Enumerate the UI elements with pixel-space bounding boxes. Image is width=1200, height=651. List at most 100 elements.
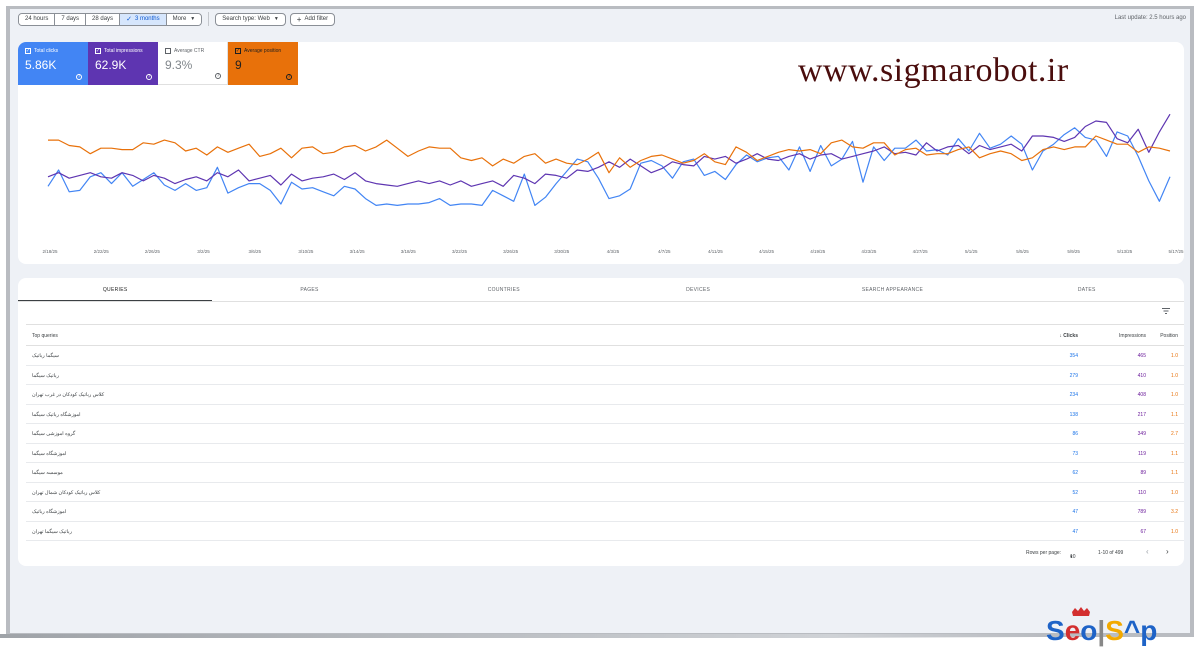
metric-total-impressions[interactable]: ✓ Total impressions 62.9K ? xyxy=(88,42,158,85)
table-row[interactable]: موسسه سیگما 62 89 1.1 xyxy=(26,463,1184,483)
range-24-hours[interactable]: 24 hours xyxy=(19,13,56,25)
clicks-cell: 52 xyxy=(1072,489,1078,496)
help-icon[interactable]: ? xyxy=(286,74,292,80)
series-line-0 xyxy=(47,127,1171,206)
plus-icon: + xyxy=(296,14,302,24)
position-cell: 2.7 xyxy=(1171,431,1178,437)
query-cell: کلاس رباتیک کودکان شمال تهران xyxy=(32,489,101,496)
range-28-days[interactable]: 28 days xyxy=(86,13,121,25)
x-tick-label: 3/14/25 xyxy=(350,249,366,254)
query-cell: سیگما رباتیک xyxy=(32,353,59,359)
metric-average-ctr[interactable]: Average CTR 9.3% ? xyxy=(158,42,228,85)
x-tick-label: 3/26/25 xyxy=(503,249,519,254)
x-tick-label: 4/7/25 xyxy=(658,249,671,254)
header-impressions[interactable]: Impressions xyxy=(1094,333,1146,339)
position-cell: 1.1 xyxy=(1171,470,1178,476)
x-tick-label: 5/9/25 xyxy=(1067,249,1080,254)
table-row[interactable]: اموزشگاه رباتیک سیگما 138 217 1.1 xyxy=(26,405,1184,424)
table-row[interactable]: سیگما رباتیک 354 465 1.0 xyxy=(26,346,1184,366)
x-tick-label: 5/5/25 xyxy=(1016,249,1029,254)
header-clicks-label: Clicks xyxy=(1063,333,1078,339)
metric-average-position[interactable]: ✓ Average position 9 ? xyxy=(228,42,298,85)
toolbar: 24 hours 7 days 28 days ✓ 3 months More ▼ … xyxy=(18,10,339,28)
clicks-cell: 138 xyxy=(1069,411,1078,418)
query-cell: اموزشگاه رباتیک xyxy=(32,509,67,515)
queries-table-card: QUERIES PAGES COUNTRIES DEVICES SEARCH A… xyxy=(18,278,1184,566)
tab-dates[interactable]: DATES xyxy=(990,278,1184,301)
tab-queries[interactable]: QUERIES xyxy=(18,278,213,301)
impressions-cell: 349 xyxy=(1137,431,1146,437)
clicks-cell: 62 xyxy=(1072,470,1078,476)
position-cell: 1.0 xyxy=(1171,528,1178,535)
range-3-months[interactable]: ✓ 3 months xyxy=(120,13,167,25)
range-label: 24 hours xyxy=(25,16,49,22)
x-tick-label: 2/18/25 xyxy=(42,249,58,254)
range-more[interactable]: More ▼ xyxy=(166,13,202,25)
add-filter-button[interactable]: + Add filter xyxy=(289,12,336,26)
header-position[interactable]: Position xyxy=(1152,333,1178,339)
seosap-logo: Seo|S^p xyxy=(1046,607,1157,646)
next-page-icon[interactable]: › xyxy=(1166,547,1169,556)
impressions-cell: 67 xyxy=(1140,528,1146,535)
search-type-button[interactable]: Search type: Web ▼ xyxy=(215,12,286,26)
x-tick-label: 3/18/25 xyxy=(401,249,417,254)
search-type-label: Search type: Web xyxy=(222,16,270,22)
range-label: 3 months xyxy=(134,16,160,22)
x-tick-label: 4/15/25 xyxy=(759,249,775,254)
tab-countries[interactable]: COUNTRIES xyxy=(407,278,601,301)
x-tick-label: 4/27/25 xyxy=(913,249,929,254)
query-cell: گروه اموزشی سیگما xyxy=(32,431,76,437)
x-tick-label: 2/22/25 xyxy=(94,249,110,254)
caret-down-icon: ▾ xyxy=(1070,554,1073,560)
x-tick-label: 3/22/25 xyxy=(452,249,468,254)
help-icon[interactable]: ? xyxy=(146,74,152,80)
position-cell: 1.1 xyxy=(1171,411,1178,418)
table-row[interactable]: اموزشگاه رباتیک 47 789 3.2 xyxy=(26,502,1184,522)
position-cell: 1.0 xyxy=(1171,353,1178,359)
tab-search-appearance[interactable]: SEARCH APPEARANCE xyxy=(795,278,989,301)
help-icon[interactable]: ? xyxy=(76,74,82,80)
tab-pages[interactable]: PAGES xyxy=(212,278,406,301)
header-query[interactable]: Top queries xyxy=(32,333,58,339)
clicks-cell: 47 xyxy=(1072,509,1078,515)
tab-devices[interactable]: DEVICES xyxy=(601,278,795,301)
position-cell: 1.0 xyxy=(1171,392,1178,398)
filter-icon[interactable] xyxy=(1162,307,1170,315)
x-tick-label: 3/10/25 xyxy=(298,249,314,254)
help-icon[interactable]: ? xyxy=(215,73,221,79)
x-tick-label: 4/11/25 xyxy=(708,249,723,254)
x-tick-label: 3/2/25 xyxy=(197,249,210,254)
add-filter-label: Add filter xyxy=(304,16,329,22)
table-row[interactable]: کلاس رباتیک کودکان شمال تهران 52 110 1.0 xyxy=(26,483,1184,502)
impressions-cell: 465 xyxy=(1137,353,1146,359)
tab-bar: QUERIES PAGES COUNTRIES DEVICES SEARCH A… xyxy=(18,278,1184,302)
range-7-days[interactable]: 7 days xyxy=(55,13,87,25)
frame-shadow xyxy=(0,634,1040,638)
check-icon: ✓ xyxy=(126,16,132,23)
table-row[interactable]: رباتیک سیگما تهران 47 67 1.0 xyxy=(26,522,1184,541)
impressions-cell: 217 xyxy=(1137,411,1146,418)
performance-chart-card: 2/18/25 2/22/25 2/26/25 3/2/25 3/6/25 3/10/25… xyxy=(18,42,1184,264)
query-cell: رباتیک سیگما تهران xyxy=(32,528,72,535)
prev-page-icon[interactable]: ‹ xyxy=(1146,547,1149,556)
metric-total-clicks[interactable]: ✓ Total clicks 5.86K ? xyxy=(18,42,88,85)
header-clicks[interactable]: ↓ Clicks xyxy=(1044,333,1078,339)
table-row[interactable]: کلاس رباتیک کودکان در غرب تهران 234 408 1.0 xyxy=(26,385,1184,405)
range-label: 7 days xyxy=(61,16,80,22)
caret-down-icon: ▼ xyxy=(190,16,196,22)
rows-per-page-label: Rows per page: xyxy=(1026,550,1062,556)
table-row[interactable]: رباتیک سیگما 279 410 1.0 xyxy=(26,366,1184,385)
position-cell: 1.0 xyxy=(1171,372,1178,379)
x-tick-label: 4/3/25 xyxy=(607,249,620,254)
range-label: 28 days xyxy=(92,16,114,22)
position-cell: 1.0 xyxy=(1171,489,1178,496)
impressions-cell: 119 xyxy=(1138,450,1146,457)
metric-value: 9 xyxy=(235,58,242,72)
watermark-text: www.sigmarobot.ir xyxy=(798,52,1069,89)
impressions-cell: 789 xyxy=(1137,509,1146,515)
table-row[interactable]: گروه اموزشی سیگما 86 349 2.7 xyxy=(26,424,1184,444)
page-range: 1-10 of 499 xyxy=(1098,550,1124,556)
table-row[interactable]: اموزشگاه سیگما 73 119 1.1 xyxy=(26,444,1184,463)
clicks-cell: 279 xyxy=(1069,372,1078,379)
metric-value: 5.86K xyxy=(25,58,57,72)
